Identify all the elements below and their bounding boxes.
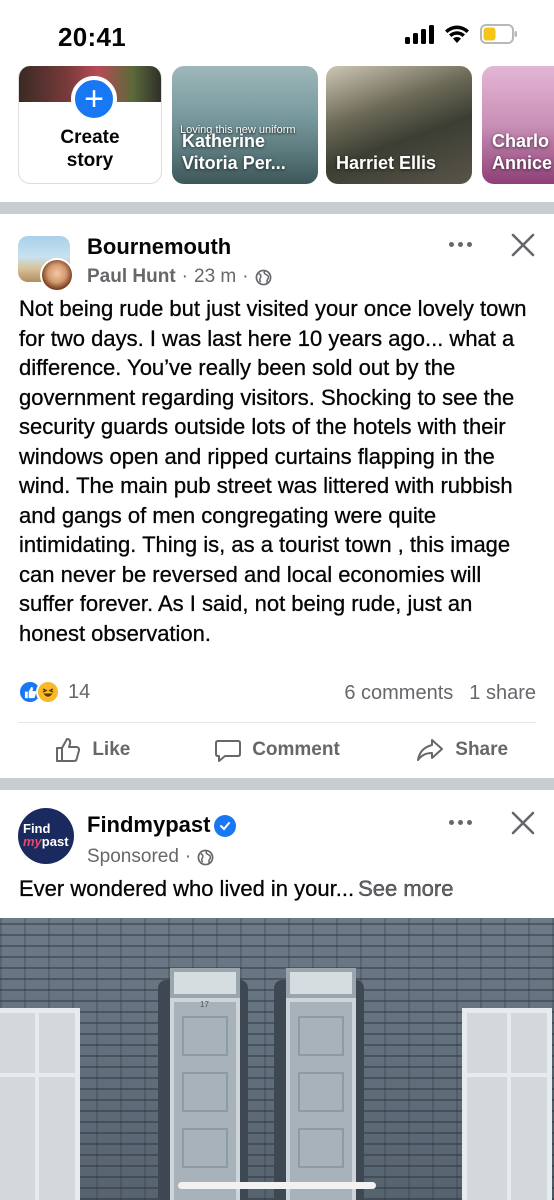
like-icon [56,738,81,762]
status-time: 20:41 [58,22,126,52]
page-name-text: Findmypast [87,812,211,837]
ad-text: Ever wondered who lived in your... See mo… [19,876,454,902]
logo-text-past: past [41,834,69,849]
feed-divider [0,202,554,214]
shares-count[interactable]: 1 share [469,682,536,705]
close-icon[interactable] [508,808,538,838]
story-name: Harriet Ellis [336,153,437,173]
battery-icon [480,24,518,44]
comment-label: Comment [252,739,340,760]
post-actions: Like Comment Share [0,728,554,772]
close-icon[interactable] [508,230,538,260]
more-options-icon[interactable] [442,234,478,254]
share-label: Share [455,739,509,760]
more-options-icon[interactable] [442,812,478,832]
wifi-icon [444,24,470,44]
logo-text-mypast: mypast [23,835,74,849]
meta-dot: · [242,266,249,287]
reactions-summary[interactable]: 14 [18,680,90,704]
like-button[interactable]: Like [0,728,185,772]
comment-button[interactable]: Comment [185,728,370,772]
house-door [286,968,356,1200]
logo-text-my: my [23,834,42,849]
group-name[interactable]: Bournemouth [87,234,231,260]
ad-image[interactable]: 17 [0,918,554,1200]
ad-caption: Ever wondered who lived in your... [19,876,355,901]
story-card[interactable]: Loving this new uniform Katherine Vitori… [172,66,318,184]
meta-dot: · [184,846,192,867]
haha-reaction-icon [36,680,60,704]
stories-tray: + Create story Loving this new uniform K… [0,66,554,190]
sponsored-label[interactable]: Sponsored [87,846,179,868]
engagement-stats: 6 comments 1 share [344,682,536,705]
reaction-count: 14 [68,680,91,703]
story-name: Katherine Vitoria Per... [182,131,286,173]
home-indicator[interactable] [178,1182,376,1189]
post-time[interactable]: 23 m [194,266,236,288]
create-story-card[interactable]: + Create story [18,66,162,184]
house-window [462,1008,552,1200]
share-button[interactable]: Share [369,728,554,772]
globe-icon [255,269,272,285]
house-window [0,1008,80,1200]
house-door: 17 [170,968,240,1200]
actions-separator [18,722,536,723]
post-text: Not being rude but just visited your onc… [19,296,527,646]
story-card[interactable]: Charlo Annice [482,66,554,184]
group-post: Bournemouth Paul Hunt · 23 m · Not being… [0,214,554,776]
see-more-link[interactable]: See more [358,876,454,901]
feed-divider [0,778,554,790]
status-icons [405,24,518,44]
like-label: Like [92,739,131,760]
findmypast-logo[interactable]: Find mypast [18,808,74,864]
cellular-signal-icon [405,24,434,44]
comment-icon [215,740,242,762]
ad-meta: Sponsored · [87,846,214,868]
verified-badge-icon [214,815,237,838]
add-story-icon[interactable]: + [71,76,117,122]
author-avatar[interactable] [40,258,74,292]
post-meta: Paul Hunt · 23 m · [87,266,272,288]
create-story-label: Create story [60,127,120,171]
page-name[interactable]: Findmypast [87,812,237,838]
status-bar: 20:41 [0,0,554,66]
comments-count[interactable]: 6 comments [344,682,453,705]
door-number: 17 [200,1000,209,1009]
share-icon [417,739,444,761]
globe-icon [197,849,214,865]
story-name: Charlo Annice [492,131,553,173]
meta-dot: · [181,266,188,287]
group-avatar[interactable] [18,236,74,292]
story-card[interactable]: Harriet Ellis [326,66,472,184]
author-name[interactable]: Paul Hunt [87,266,176,288]
